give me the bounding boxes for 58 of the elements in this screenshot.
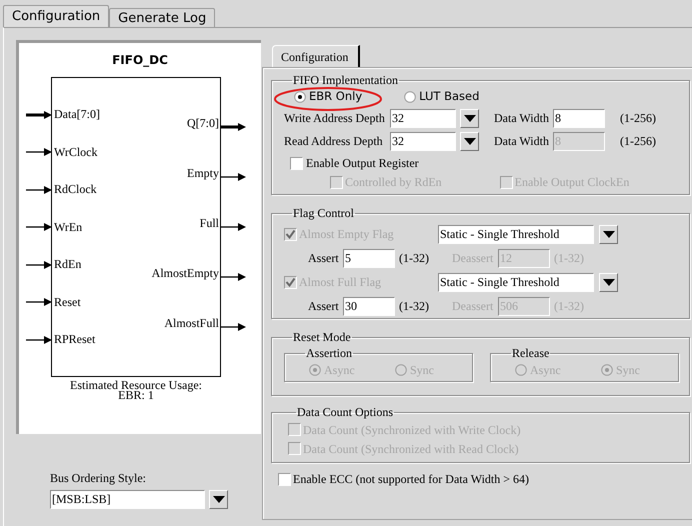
field-label: Read Address Depth [284,133,384,150]
group-title: FIFO Implementation [292,73,399,87]
port-label: Reset [54,296,81,309]
caret-icon [602,230,614,238]
diagram-title: FIFO_DC [112,53,168,67]
port-label: RPReset [54,333,96,346]
port-label: Data[7:0] [54,108,100,122]
caret-icon [464,114,476,122]
port-label: Empty [187,166,219,180]
tab[interactable]: Configuration [272,45,360,67]
range-text: (1-256) [620,133,656,150]
tab[interactable]: Configuration [3,5,110,27]
port-label: WrEn [54,220,82,234]
group-title: Assertion [305,346,353,360]
port-label: Full [200,216,219,230]
radio-button[interactable] [294,91,306,103]
dropdown-button[interactable] [209,490,228,509]
radio-button[interactable] [404,91,416,103]
check-icon [285,228,296,240]
checkbox[interactable] [290,156,303,170]
option-label[interactable]: LUT Based [419,88,480,106]
field-label: Assert [308,298,340,315]
port-label: WrClock [54,146,98,159]
usage-text: Estimated Resource Usage: [70,380,202,390]
input-field[interactable]: 32 [390,132,456,150]
tab[interactable]: Generate Log [109,8,216,27]
port-label: Q[7:0] [187,116,219,130]
port-label: AlmostFull [164,316,219,330]
port-label: RdClock [54,183,97,196]
group-title: Flag Control [292,206,356,220]
usage-text: EBR: 1 [118,390,154,400]
group-title: Reset Mode [292,330,352,344]
check-icon [285,276,296,288]
checkbox-label[interactable]: Enable Output Register [306,154,419,172]
dropdown-button[interactable] [599,272,618,292]
group-title: Release [511,346,550,360]
field-label: Assert [308,250,340,267]
port-label: AlmostEmpty [152,266,219,280]
caret-icon [212,496,224,503]
field-label: Bus Ordering Style: [50,471,147,485]
checkbox-label[interactable]: Enable ECC (not supported for Data Width > 64) [293,470,530,488]
caret-icon [602,278,614,286]
dropdown-button[interactable] [460,108,479,128]
field-label: Data Width [494,110,550,127]
dropdown-button[interactable] [460,132,479,150]
dropdown-button[interactable] [599,224,618,244]
field-label: Write Address Depth [284,110,386,127]
field-label: Data Width [494,133,550,150]
caret-icon [464,138,476,144]
group-title: Data Count Options [296,405,394,419]
dropdown-field[interactable]: [MSB:LSB] [50,490,205,509]
input-field[interactable]: 8 [553,108,605,128]
range-text: (1-32) [399,298,430,315]
input-field[interactable]: 32 [390,108,456,128]
range-text: (1-256) [620,110,656,127]
checkbox[interactable] [278,472,291,486]
range-text: (1-32) [399,250,430,267]
port-label: RdEn [54,258,82,272]
